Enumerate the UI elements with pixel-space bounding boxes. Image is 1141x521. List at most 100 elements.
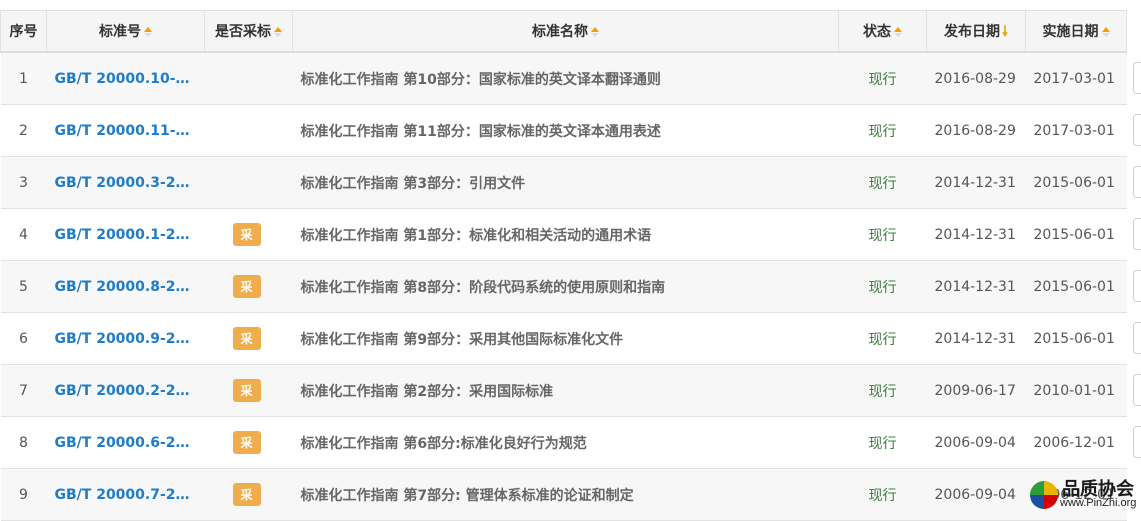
standard-number-link[interactable]: GB/T 20000.11-2… — [46, 104, 205, 157]
adopt-badge: 采 — [232, 431, 261, 454]
publish-date: 2009-06-17 — [926, 364, 1026, 417]
adopt-cell — [204, 156, 293, 209]
table-row: 5 GB/T 20000.8-2014 采 标准化工作指南 第8部分：阶段代码系统的使… — [0, 260, 1127, 313]
adopt-cell: 采 — [204, 208, 293, 261]
col-header-publish-date[interactable]: 发布日期 🠗 — [926, 10, 1026, 53]
standard-name: 标准化工作指南 第11部分：国家标准的英文译本通用表述 — [292, 104, 839, 157]
sort-desc-icon: 🠗 — [1001, 24, 1008, 40]
row-index: 6 — [0, 312, 47, 365]
standard-number-link[interactable]: GB/T 20000.10-2… — [46, 51, 205, 105]
table-row: 6 GB/T 20000.9-2014 采 标准化工作指南 第9部分：采用其他国际标准… — [0, 312, 1127, 365]
table-row: 8 GB/T 20000.6-2006 采 标准化工作指南 第6部分:标准化良好行为规… — [0, 416, 1127, 469]
status-text: 现行 — [838, 51, 927, 105]
col-header-index: 序号 — [0, 10, 47, 53]
table-row: 9 GB/T 20000.7-2006 采 标准化工作指南 第7部分: 管理体系标准的… — [0, 468, 1127, 521]
adopt-cell: 采 — [204, 364, 293, 417]
publish-date: 2006-09-04 — [926, 468, 1026, 521]
standards-table: 序号 标准号 是否采标 标准名称 状态 发布日期 🠗 实施日期 1 GB/T 200… — [0, 10, 1127, 521]
status-text: 现行 — [838, 468, 927, 521]
table-row: 3 GB/T 20000.3-2014 标准化工作指南 第3部分：引用文件 现行 201… — [0, 156, 1127, 209]
table-row: 1 GB/T 20000.10-2… 标准化工作指南 第10部分：国家标准的英文译本… — [0, 51, 1127, 105]
standard-number-link[interactable]: GB/T 20000.2-2009 — [46, 364, 205, 417]
implement-date: 2015-06-01 — [1025, 208, 1127, 261]
implement-date: 2006-12-01 — [1025, 416, 1127, 469]
publish-date: 2014-12-31 — [926, 208, 1026, 261]
standard-number-link[interactable]: GB/T 20000.9-2014 — [46, 312, 205, 365]
col-header-name[interactable]: 标准名称 — [292, 10, 839, 53]
adopt-cell: 采 — [204, 260, 293, 313]
adopt-badge: 采 — [232, 223, 261, 246]
col-header-number[interactable]: 标准号 — [46, 10, 205, 53]
implement-date: 2015-06-01 — [1025, 156, 1127, 209]
row-index: 4 — [0, 208, 47, 261]
status-text: 现行 — [838, 156, 927, 209]
col-header-status[interactable]: 状态 — [838, 10, 927, 53]
standard-number-link[interactable]: GB/T 20000.6-2006 — [46, 416, 205, 469]
status-text: 现行 — [838, 364, 927, 417]
sort-icon — [894, 27, 902, 37]
adopt-badge: 采 — [232, 379, 261, 402]
row-index: 2 — [0, 104, 47, 157]
implement-date: 2017-03-01 — [1025, 51, 1127, 105]
sort-icon — [274, 27, 282, 37]
implement-date: 2015-06-01 — [1025, 260, 1127, 313]
row-action-button[interactable] — [1133, 270, 1141, 302]
publish-date: 2016-08-29 — [926, 51, 1026, 105]
adopt-cell: 采 — [204, 416, 293, 469]
standard-number-link[interactable]: GB/T 20000.7-2006 — [46, 468, 205, 521]
col-header-adopt[interactable]: 是否采标 — [204, 10, 293, 53]
adopt-badge: 采 — [232, 327, 261, 350]
row-action-button[interactable] — [1133, 322, 1141, 354]
row-index: 9 — [0, 468, 47, 521]
standard-name: 标准化工作指南 第9部分：采用其他国际标准化文件 — [292, 312, 839, 365]
table-body: 1 GB/T 20000.10-2… 标准化工作指南 第10部分：国家标准的英文译本… — [0, 51, 1127, 521]
row-index: 3 — [0, 156, 47, 209]
table-row: 4 GB/T 20000.1-2014 采 标准化工作指南 第1部分：标准化和相关活动… — [0, 208, 1127, 261]
adopt-badge: 采 — [232, 483, 261, 506]
standard-number-link[interactable]: GB/T 20000.1-2014 — [46, 208, 205, 261]
adopt-badge: 采 — [232, 275, 261, 298]
status-text: 现行 — [838, 260, 927, 313]
watermark-logo: 品质协会 www.PinZhi.org — [1022, 473, 1140, 513]
standard-name: 标准化工作指南 第6部分:标准化良好行为规范 — [292, 416, 839, 469]
status-text: 现行 — [838, 312, 927, 365]
standard-number-link[interactable]: GB/T 20000.3-2014 — [46, 156, 205, 209]
sort-icon — [144, 27, 152, 37]
publish-date: 2016-08-29 — [926, 104, 1026, 157]
publish-date: 2006-09-04 — [926, 416, 1026, 469]
adopt-cell — [204, 104, 293, 157]
adopt-cell: 采 — [204, 468, 293, 521]
status-text: 现行 — [838, 208, 927, 261]
row-action-button[interactable] — [1133, 166, 1141, 198]
row-index: 5 — [0, 260, 47, 313]
publish-date: 2014-12-31 — [926, 156, 1026, 209]
row-index: 1 — [0, 51, 47, 105]
status-text: 现行 — [838, 416, 927, 469]
implement-date: 2010-01-01 — [1025, 364, 1127, 417]
sort-icon — [1101, 27, 1110, 37]
logo-mark-icon — [1030, 481, 1058, 509]
table-header: 序号 标准号 是否采标 标准名称 状态 发布日期 🠗 实施日期 — [0, 10, 1127, 53]
standard-number-link[interactable]: GB/T 20000.8-2014 — [46, 260, 205, 313]
row-action-button[interactable] — [1133, 218, 1141, 250]
row-action-button[interactable] — [1133, 62, 1141, 94]
table-row: 7 GB/T 20000.2-2009 采 标准化工作指南 第2部分：采用国际标准 现行… — [0, 364, 1127, 417]
row-action-button[interactable] — [1133, 426, 1141, 458]
row-action-button[interactable] — [1133, 114, 1141, 146]
row-index: 7 — [0, 364, 47, 417]
implement-date: 2017-03-01 — [1025, 104, 1127, 157]
row-action-button[interactable] — [1133, 374, 1141, 406]
publish-date: 2014-12-31 — [926, 260, 1026, 313]
implement-date: 2015-06-01 — [1025, 312, 1127, 365]
publish-date: 2014-12-31 — [926, 312, 1026, 365]
standard-name: 标准化工作指南 第7部分: 管理体系标准的论证和制定 — [292, 468, 839, 521]
col-header-implement-date[interactable]: 实施日期 — [1025, 10, 1127, 53]
logo-text-en: www.PinZhi.org — [1060, 497, 1137, 509]
standard-name: 标准化工作指南 第2部分：采用国际标准 — [292, 364, 839, 417]
standard-name: 标准化工作指南 第10部分：国家标准的英文译本翻译通则 — [292, 51, 839, 105]
standard-name: 标准化工作指南 第3部分：引用文件 — [292, 156, 839, 209]
status-text: 现行 — [838, 104, 927, 157]
adopt-cell: 采 — [204, 312, 293, 365]
table-row: 2 GB/T 20000.11-2… 标准化工作指南 第11部分：国家标准的英文译本… — [0, 104, 1127, 157]
standard-name: 标准化工作指南 第1部分：标准化和相关活动的通用术语 — [292, 208, 839, 261]
